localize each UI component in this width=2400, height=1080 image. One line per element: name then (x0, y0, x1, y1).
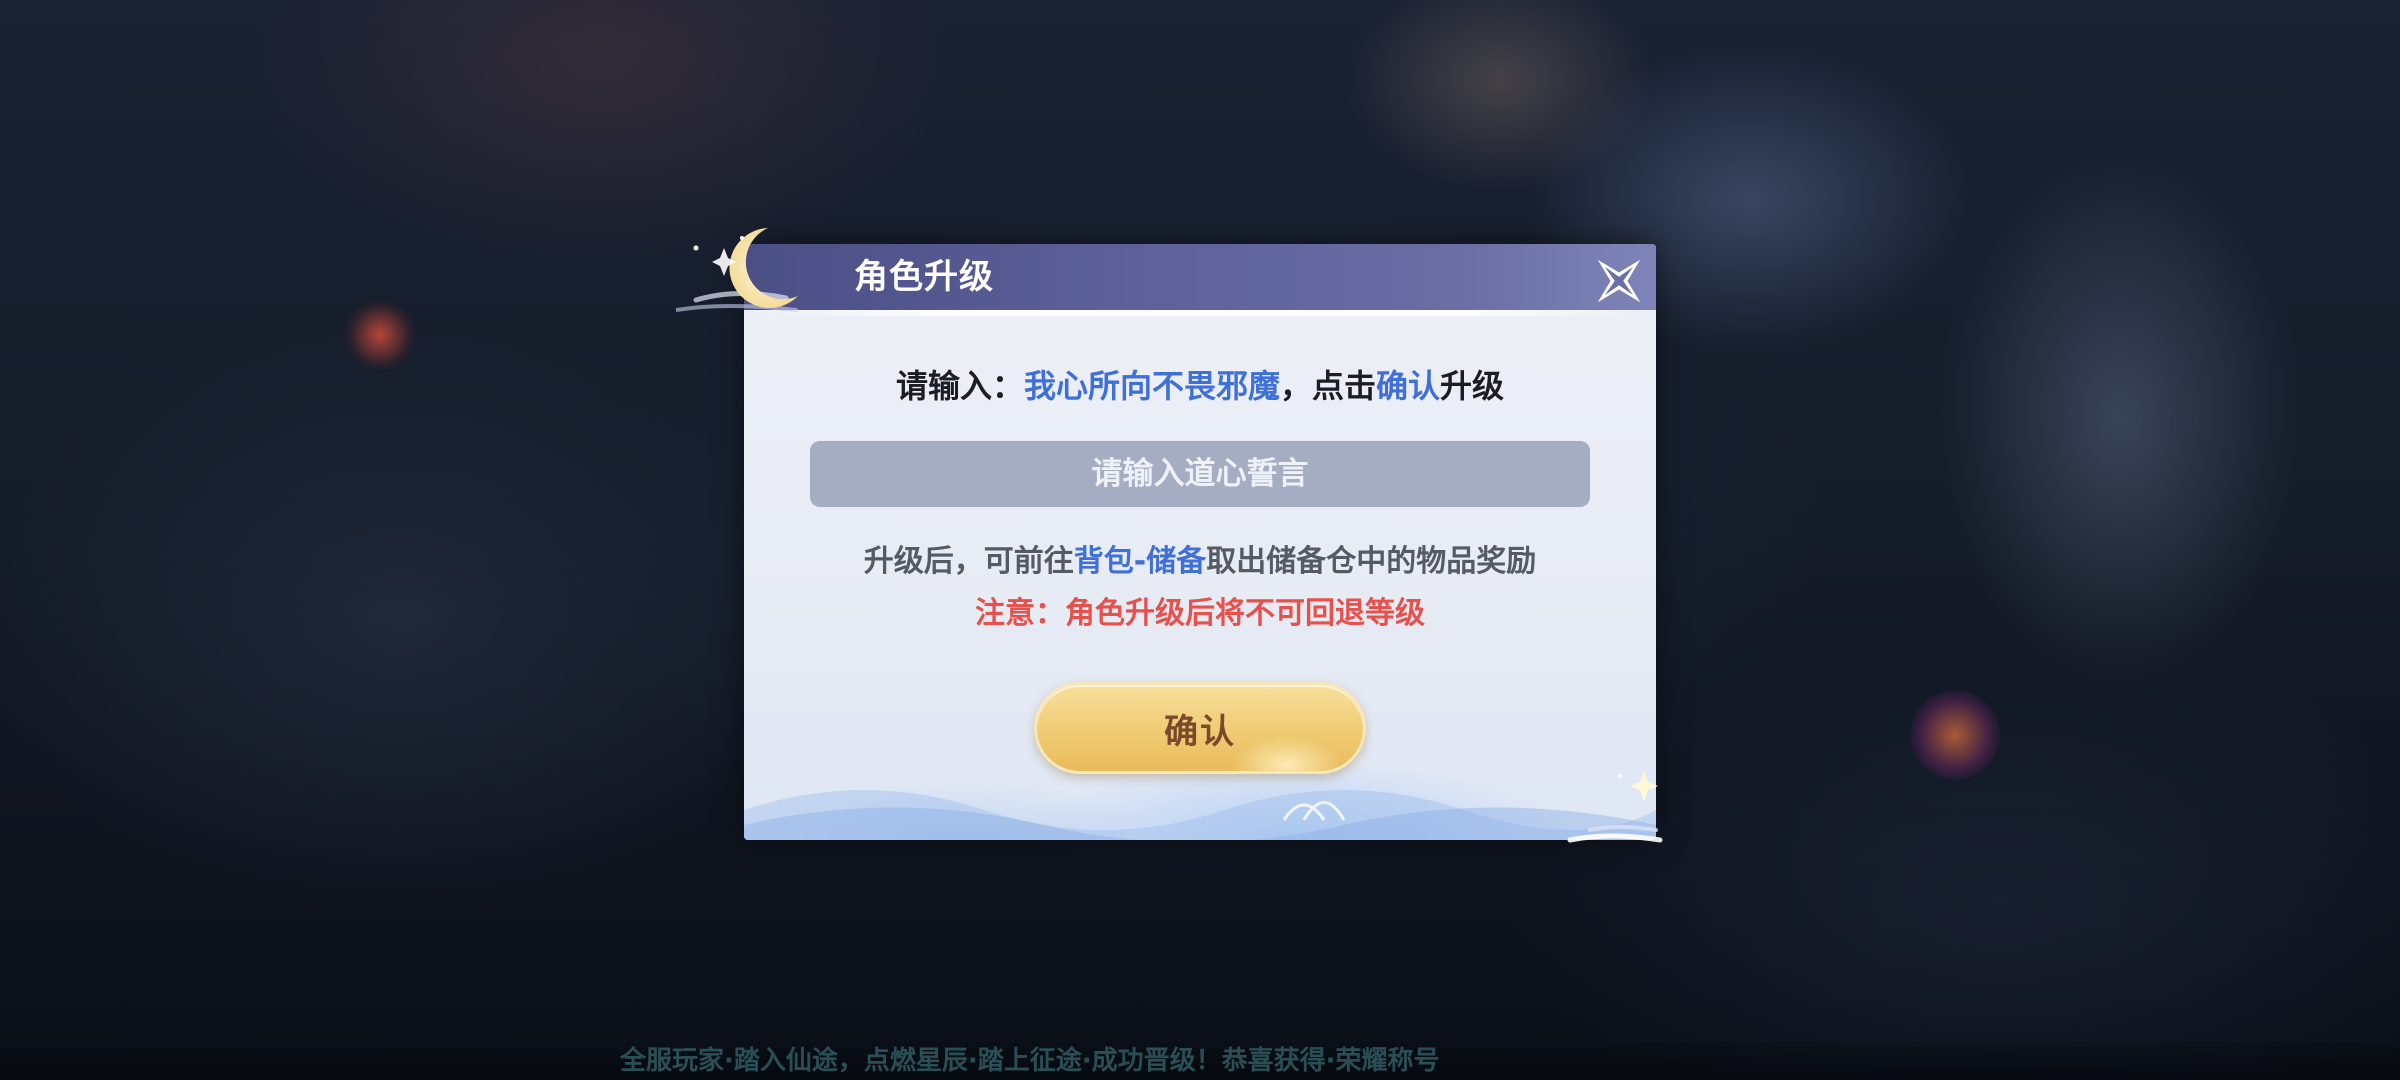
instruction-action: 确认 (1376, 367, 1441, 405)
dialog-header: 角色升级 (744, 244, 1656, 310)
header-divider (764, 310, 1634, 316)
dialog-title: 角色升级 (854, 257, 994, 297)
lantern-glow (345, 300, 415, 370)
sparkle-icon (1567, 770, 1663, 843)
close-icon[interactable] (1582, 244, 1656, 318)
confirm-label: 确认 (1164, 711, 1236, 752)
info-prefix: 升级后，可前往 (863, 544, 1074, 579)
instruction-middle: ，点击 (1279, 367, 1376, 405)
instruction-prefix: 请输入： (895, 367, 1024, 405)
magic-effect-glow (1910, 690, 2000, 780)
instruction-text: 请输入：我心所向不畏邪魔，点击确认升级 (744, 364, 1656, 408)
crescent-moon-icon (676, 228, 798, 312)
ticker-text: 全服玩家·踏入仙途，点燃星辰·踏上征途·成功晋级！恭喜获得·荣耀称号 (620, 1046, 1440, 1076)
role-upgrade-dialog: 角色升级 请输入：我心所向不畏邪魔，点击确认升级 升级后，可前往背包-储备取出储… (744, 244, 1656, 840)
confirm-button[interactable]: 确认 (1034, 682, 1366, 774)
info-text: 升级后，可前往背包-储备取出储备仓中的物品奖励 (744, 540, 1656, 584)
info-location: 背包-储备 (1073, 544, 1207, 579)
warning-text: 注意：角色升级后将不可回退等级 (975, 596, 1425, 631)
instruction-suffix: 升级 (1440, 367, 1505, 405)
oath-input[interactable] (810, 441, 1590, 507)
info-suffix: 取出储备仓中的物品奖励 (1206, 544, 1537, 579)
oath-phrase: 我心所向不畏邪魔 (1023, 367, 1280, 405)
